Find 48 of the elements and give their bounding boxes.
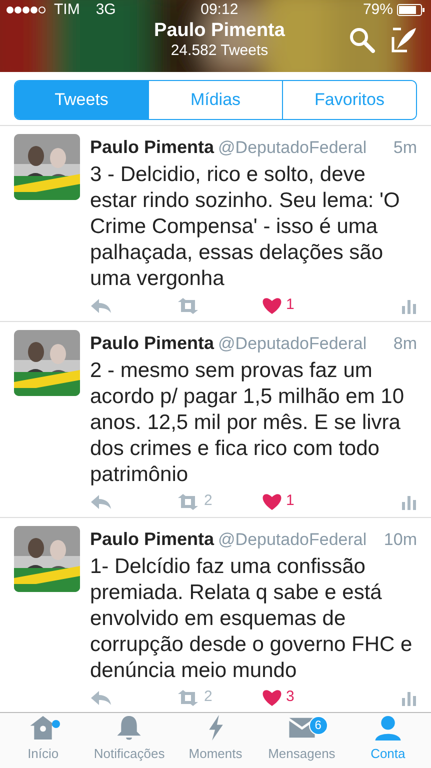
network-type: 3G [96, 0, 116, 20]
reply-icon[interactable] [90, 494, 112, 510]
battery-icon [396, 4, 425, 16]
carrier-name: TIM [54, 0, 80, 20]
author-name: Paulo Pimenta [90, 136, 214, 158]
tweet-text: 2 - mesmo sem provas faz um acordo p/ pagar 1,5 milhão em 10 anos. 12,5 mil por mês. E se livra dos crimes e fica rico com todo patrimônio [90, 358, 406, 488]
like-count: 1 [286, 491, 294, 512]
retweet-icon[interactable] [176, 494, 200, 510]
person-icon [374, 714, 402, 742]
retweet-count: 2 [204, 491, 212, 512]
analytics-icon[interactable] [401, 298, 417, 314]
tweet-text: 1- Delcídio faz uma confissão premiada. Relata q sabe e está envolvido em esquemas de corrupção desde o governo FHC e denúncia meio mundo [90, 554, 414, 684]
heart-icon[interactable] [262, 296, 282, 314]
tweet-time: 10m [384, 528, 417, 550]
tab-bar-item[interactable]: Início [0, 713, 86, 768]
heart-icon[interactable] [262, 492, 282, 510]
tab-bar-item[interactable]: Moments [172, 713, 259, 768]
retweet-icon[interactable] [176, 690, 200, 706]
author-handle: @DeputadoFederal [218, 528, 367, 550]
retweet-count: 2 [204, 687, 212, 708]
tweet-count: 24.582 Tweets [170, 42, 270, 59]
search-icon[interactable] [349, 26, 375, 52]
tweet-text: 3 - Delcidio, rico e solto, deve estar rindo sozinho. Seu lema: 'O Crime Compensa' - isso é uma palhaçada, essas delações são uma vergonha [90, 162, 401, 292]
profile-tab[interactable]: Favoritos [282, 81, 416, 118]
tab-bar-item[interactable]: Mensagens 6 [258, 713, 345, 768]
message-badge: 6 [308, 716, 328, 735]
bell-icon [115, 714, 144, 742]
compose-icon[interactable] [391, 26, 417, 52]
analytics-icon[interactable] [401, 690, 417, 706]
like-count: 3 [286, 687, 294, 708]
author-name: Paulo Pimenta [90, 332, 214, 354]
reply-icon[interactable] [90, 298, 112, 314]
battery-percent: 79% [362, 0, 393, 20]
tab-bar-item[interactable]: Notificações [86, 713, 172, 768]
author-handle: @DeputadoFederal [218, 332, 367, 354]
tweet-time: 8m [393, 332, 417, 354]
clock: 09:12 [200, 0, 240, 20]
tab-bar-item[interactable]: Conta [344, 713, 431, 768]
profile-name: Paulo Pimenta [153, 20, 286, 42]
reply-icon[interactable] [90, 690, 112, 706]
heart-icon[interactable] [262, 688, 282, 706]
author-name: Paulo Pimenta [90, 528, 214, 550]
tweet-time: 5m [393, 136, 417, 158]
retweet-icon[interactable] [176, 298, 200, 314]
profile-tab[interactable]: Tweets [15, 81, 148, 118]
like-count: 1 [286, 295, 294, 316]
analytics-icon[interactable] [401, 494, 417, 510]
author-handle: @DeputadoFederal [218, 136, 367, 158]
